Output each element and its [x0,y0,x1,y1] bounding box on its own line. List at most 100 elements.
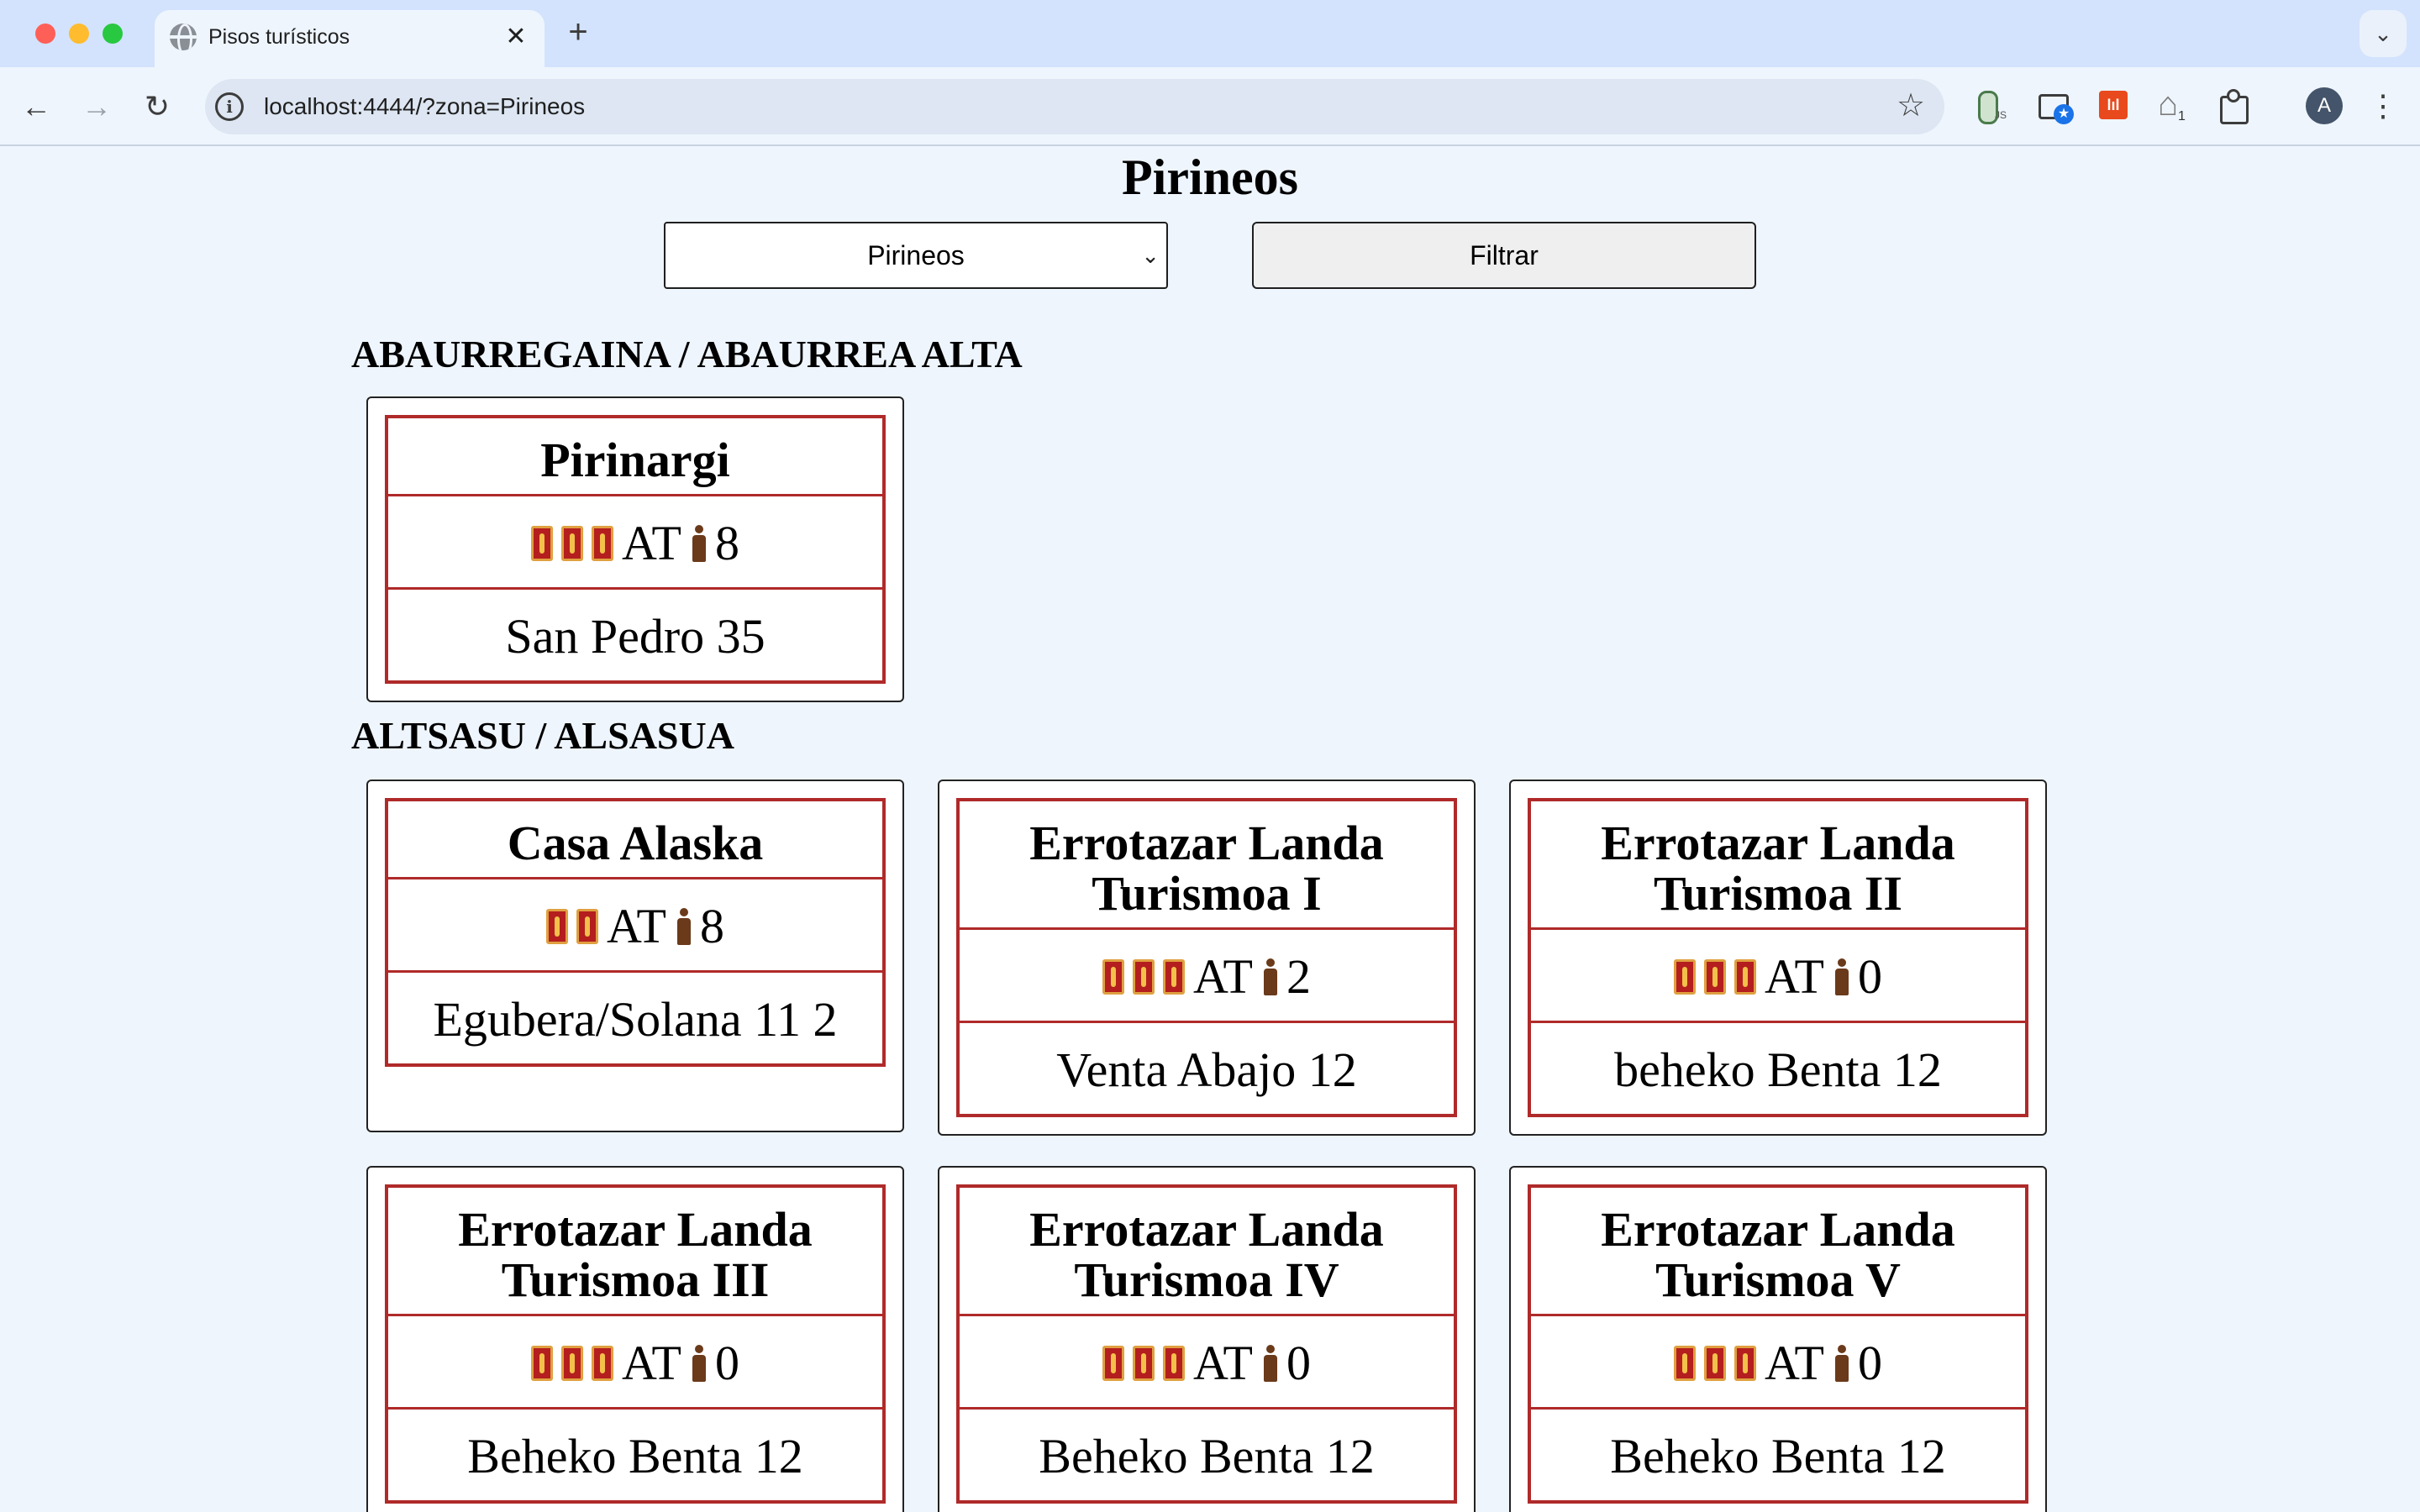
person-icon [1833,1345,1851,1382]
new-tab-button[interactable]: + [561,15,595,49]
listing-code: AT [1193,949,1253,1004]
home-extension-icon[interactable] [2156,86,2195,126]
listing-meta: AT 8 [388,877,882,970]
browser-tab[interactable]: Pisos turísticos ✕ [155,10,544,67]
listing-guests: 0 [1857,949,1882,1004]
key-icon [1704,1346,1727,1381]
listing-guests: 0 [714,1336,739,1390]
reload-button[interactable]: ↻ [136,86,178,128]
key-icon [1133,1346,1155,1381]
address-bar[interactable]: i localhost:4444/?zona=Pirineos ☆ [205,79,1944,134]
listing-table: Errotazar Landa Turismoa II AT 0 beheko Ben… [1528,798,2028,1117]
listing-code: AT [1765,1336,1824,1390]
close-tab-icon[interactable]: ✕ [499,20,533,54]
key-icon [1674,1346,1697,1381]
js-extension-icon[interactable] [1971,87,2010,126]
key-icon [576,909,599,944]
listing-card: Errotazar Landa Turismoa II AT 0 beheko Ben… [1509,780,2047,1136]
listing-code: AT [607,899,666,953]
listing-table: Pirinargi AT 8 San Pedro 35 [385,415,886,684]
listing-guests: 8 [699,899,724,953]
listing-code: AT [622,516,681,570]
forward-button[interactable]: → [76,86,118,128]
key-icon [1133,959,1155,995]
listing-name: Errotazar Landa Turismoa II [1601,816,1955,921]
bookmark-star-icon[interactable]: ☆ [1892,87,1929,124]
town-heading: ABAURREGAINA / ABAURREA ALTA [351,333,1023,375]
minimize-window-button[interactable] [69,24,89,44]
listing-code: AT [1193,1336,1253,1390]
listing-name: Pirinargi [540,433,730,487]
listing-address: Beheko Benta 12 [388,1407,882,1500]
person-icon [690,525,708,562]
filter-button[interactable]: Filtrar [1252,222,1756,289]
key-icon [531,526,554,561]
key-icon [1102,1346,1125,1381]
listing-meta: AT 8 [388,494,882,587]
listing-code: AT [1765,949,1824,1004]
listing-card: Errotazar Landa Turismoa III AT 0 Beheko Be… [366,1166,904,1512]
listing-address: Egubera/Solana 11 2 [388,970,882,1063]
key-icon [531,1346,554,1381]
close-window-button[interactable] [35,24,55,44]
extensions-puzzle-icon[interactable] [2215,87,2254,126]
listing-card: Errotazar Landa Turismoa V AT 0 Beheko Bent… [1509,1166,2047,1512]
person-icon [1833,958,1851,995]
key-icon [1734,959,1757,995]
site-info-icon[interactable]: i [215,92,244,121]
listing-meta: AT 0 [960,1314,1454,1407]
key-icon [1674,959,1697,995]
listing-name: Errotazar Landa Turismoa V [1601,1202,1955,1307]
key-icon [592,526,614,561]
page-content: Pirineos Pirineos ⌄ Filtrar ABAURREGAINA… [0,148,2420,1512]
town-heading: ALTSASU / ALSASUA [351,714,734,757]
key-icon [546,909,569,944]
person-icon [690,1345,708,1382]
profile-avatar[interactable]: A [2306,87,2343,124]
maximize-window-button[interactable] [103,24,123,44]
back-button[interactable]: ← [15,86,57,128]
listing-address: Beheko Benta 12 [1531,1407,2025,1500]
key-icon [1102,959,1125,995]
tab-strip: Pisos turísticos ✕ + ⌄ [0,0,2420,67]
analytics-extension-icon[interactable] [2096,87,2134,126]
cast-extension-icon[interactable] [2035,87,2074,126]
person-icon [1261,958,1280,995]
listing-card: Casa Alaska AT 8 Egubera/Solana 11 2 [366,780,904,1132]
zone-select[interactable]: Pirineos ⌄ [664,222,1168,289]
listing-table: Errotazar Landa Turismoa I AT 2 Venta Abajo… [956,798,1457,1117]
listing-card: Errotazar Landa Turismoa IV AT 0 Beheko Ben… [938,1166,1476,1512]
listing-address: beheko Benta 12 [1531,1021,2025,1114]
key-icon [1734,1346,1757,1381]
listing-address: Venta Abajo 12 [960,1021,1454,1114]
listing-table: Casa Alaska AT 8 Egubera/Solana 11 2 [385,798,886,1067]
listing-name: Errotazar Landa Turismoa I [1029,816,1384,921]
listing-guests: 8 [714,516,739,570]
listing-table: Errotazar Landa Turismoa V AT 0 Beheko Bent… [1528,1184,2028,1504]
listing-meta: AT 0 [1531,927,2025,1021]
key-icon [1163,959,1186,995]
key-icon [561,526,584,561]
url-text[interactable]: localhost:4444/?zona=Pirineos [264,91,585,123]
person-icon [1261,1345,1280,1382]
globe-icon [170,24,197,50]
listing-code: AT [622,1336,681,1390]
listing-name: Casa Alaska [507,816,764,870]
listing-guests: 0 [1286,1336,1311,1390]
listing-meta: AT 0 [388,1314,882,1407]
listing-table: Errotazar Landa Turismoa IV AT 0 Beheko Ben… [956,1184,1457,1504]
key-icon [1163,1346,1186,1381]
key-icon [1704,959,1727,995]
browser-menu-icon[interactable]: ⋮ [2365,86,2402,126]
key-icon [592,1346,614,1381]
tab-search-button[interactable]: ⌄ [2360,10,2407,57]
listing-meta: AT 2 [960,927,1454,1021]
page-title: Pirineos [1122,150,1298,205]
listing-card: Pirinargi AT 8 San Pedro 35 [366,396,904,702]
key-icon [561,1346,584,1381]
listing-guests: 2 [1286,949,1311,1004]
zone-select-value: Pirineos [867,240,965,270]
listing-address: Beheko Benta 12 [960,1407,1454,1500]
chevron-down-icon: ⌄ [1141,243,1160,268]
listing-table: Errotazar Landa Turismoa III AT 0 Beheko Be… [385,1184,886,1504]
